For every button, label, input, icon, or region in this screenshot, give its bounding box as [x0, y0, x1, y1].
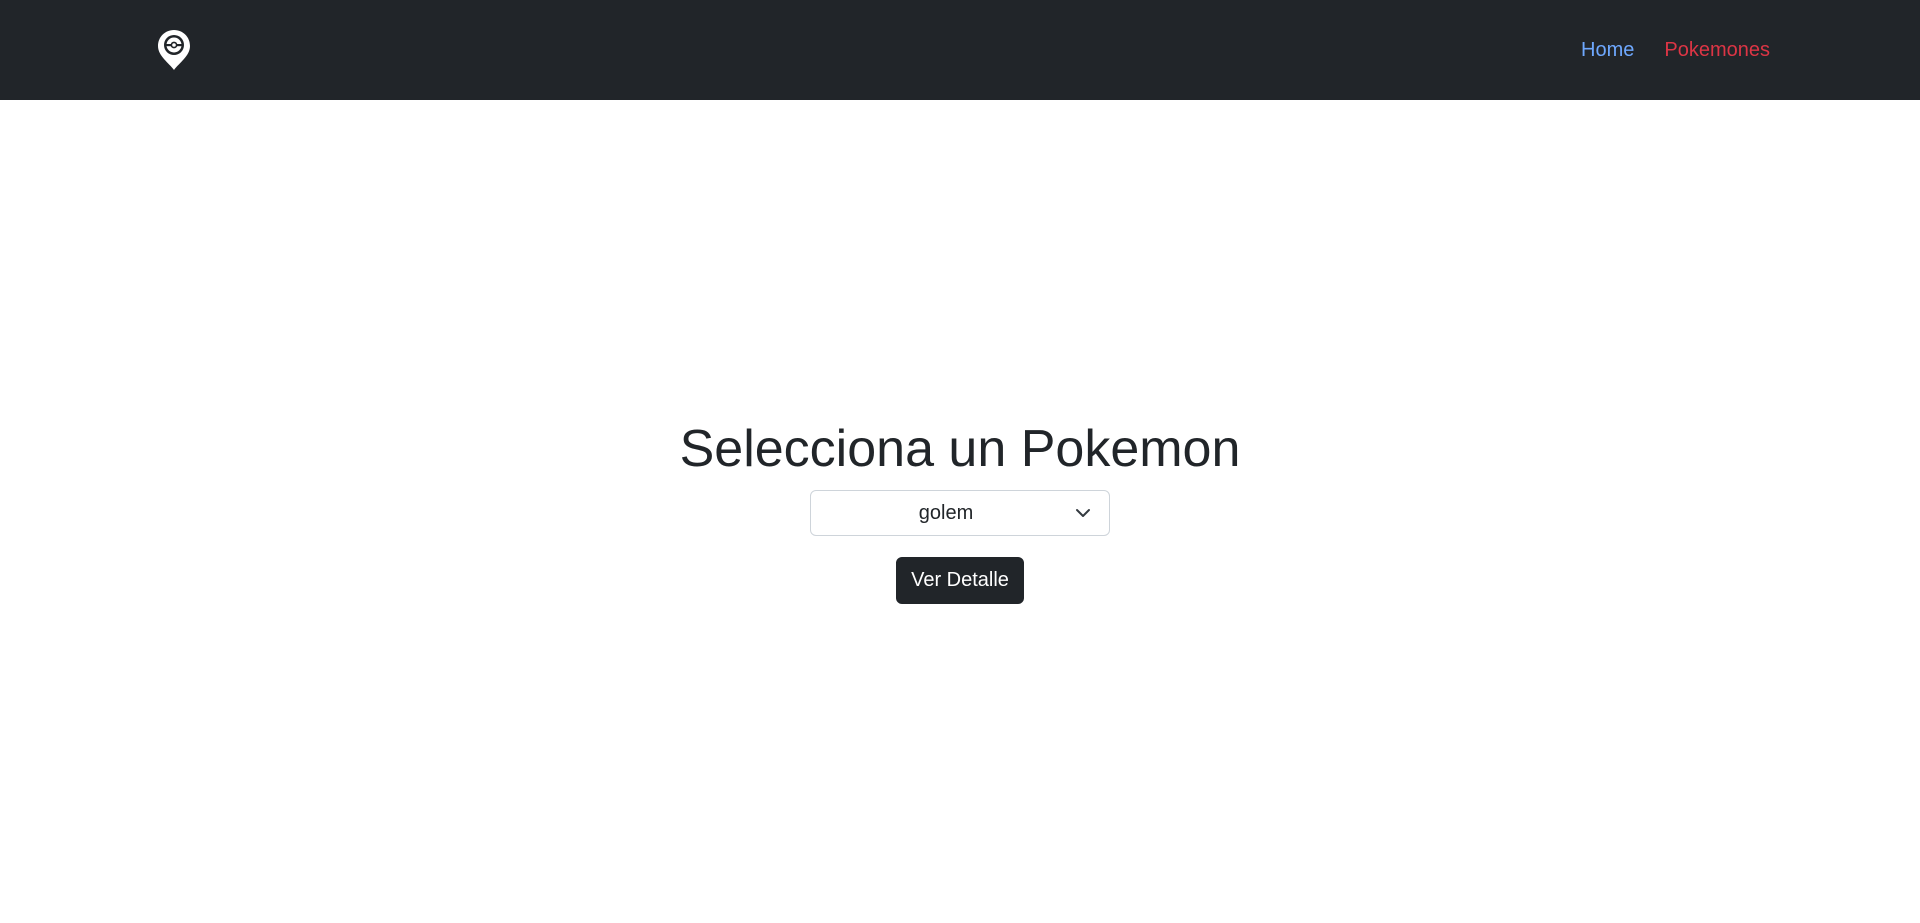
pokemon-select[interactable]: golem	[810, 490, 1110, 536]
pokeball-location-pin-icon	[158, 30, 190, 70]
nav-links: Home Pokemones	[1581, 0, 1770, 100]
ver-detalle-button[interactable]: Ver Detalle	[896, 557, 1024, 604]
pokemon-select-value: golem	[918, 502, 974, 524]
main-content: Selecciona un Pokemon golem Ver Detalle	[0, 100, 1920, 923]
page-title: Selecciona un Pokemon	[679, 420, 1241, 478]
nav-link-home[interactable]: Home	[1581, 39, 1634, 62]
chevron-down-icon	[1076, 509, 1090, 517]
brand-logo-link[interactable]	[157, 29, 191, 71]
nav-link-pokemones[interactable]: Pokemones	[1664, 39, 1770, 62]
top-navbar: Home Pokemones	[0, 0, 1920, 100]
